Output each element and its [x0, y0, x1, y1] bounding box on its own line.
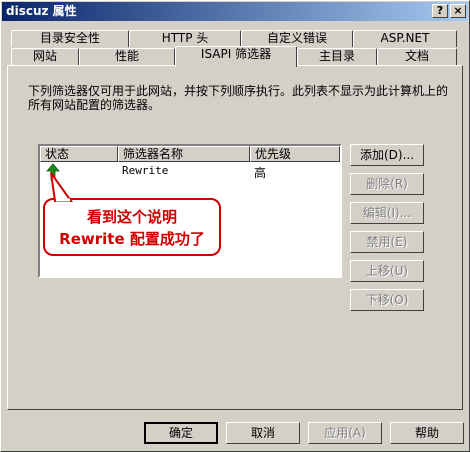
window-title: discuz 属性 [6, 4, 77, 18]
tab-documents[interactable]: 文档 [377, 48, 457, 65]
column-priority[interactable]: 优先级 [250, 146, 340, 162]
ok-button[interactable]: 确定 [144, 422, 218, 444]
help-dialog-button[interactable]: 帮助 [390, 422, 464, 444]
tab-row-front: 网站 性能 ISAPI 筛选器 主目录 文档 [11, 46, 461, 67]
tab-performance[interactable]: 性能 [79, 48, 175, 65]
remove-button[interactable]: 删除(R) [350, 173, 424, 195]
move-up-button[interactable]: 上移(U) [350, 260, 424, 282]
annotation-callout: 看到这个说明 Rewrite 配置成功了 [43, 198, 221, 256]
cancel-button[interactable]: 取消 [226, 422, 300, 444]
help-button[interactable]: ? [432, 4, 448, 18]
tab-directory-security[interactable]: 目录安全性 [11, 30, 129, 47]
apply-button[interactable]: 应用(A) [308, 422, 382, 444]
tab-aspnet[interactable]: ASP.NET [353, 30, 457, 47]
callout-pointer-icon [50, 172, 73, 202]
filter-priority-cell: 高 [254, 166, 267, 180]
title-bar[interactable]: discuz 属性 ? × [2, 2, 468, 21]
tab-isapi-filters[interactable]: ISAPI 筛选器 [175, 46, 297, 67]
move-down-button[interactable]: 下移(O) [350, 289, 424, 311]
tab-home-directory[interactable]: 主目录 [297, 48, 377, 65]
add-button[interactable]: 添加(D)... [350, 144, 424, 166]
close-button[interactable]: × [450, 4, 466, 18]
tab-website[interactable]: 网站 [11, 48, 79, 65]
annotation-line-2: Rewrite 配置成功了 [59, 230, 205, 248]
properties-dialog: discuz 属性 ? × 目录安全性 HTTP 头 自定义错误 ASP.NET… [0, 0, 470, 452]
tab-http-headers[interactable]: HTTP 头 [129, 30, 241, 47]
column-status[interactable]: 状态 [40, 146, 118, 162]
filter-name-cell: Rewrite [122, 164, 169, 177]
tab-custom-errors[interactable]: 自定义错误 [241, 30, 353, 47]
edit-button[interactable]: 编辑(I)... [350, 202, 424, 224]
column-filter-name[interactable]: 筛选器名称 [118, 146, 250, 162]
disable-button[interactable]: 禁用(E) [350, 231, 424, 253]
tab-row-back: 目录安全性 HTTP 头 自定义错误 ASP.NET [11, 30, 461, 47]
filter-description: 下列筛选器仅可用于此网站，并按下列顺序执行。此列表不显示为此计算机上的所有网站配… [28, 84, 449, 112]
annotation-line-1: 看到这个说明 [86, 208, 177, 226]
